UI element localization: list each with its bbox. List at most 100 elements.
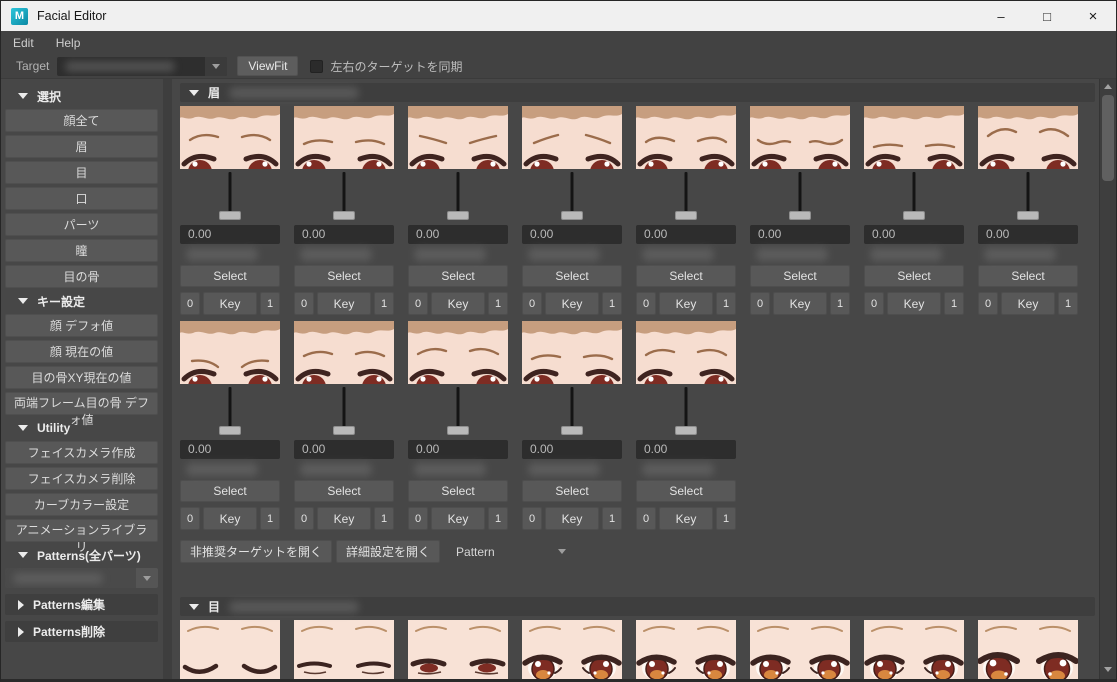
sidebar-button[interactable]: アニメーションライブラリ [5,519,158,542]
key-min-button[interactable]: 0 [522,292,542,315]
key-max-button[interactable]: 1 [1058,292,1078,315]
target-combobox[interactable] [57,57,227,76]
key-button[interactable]: Key [659,507,713,530]
target-slider[interactable] [636,386,736,438]
target-slider[interactable] [408,171,508,223]
target-combobox-arrow[interactable] [205,57,227,76]
slider-handle[interactable] [1017,211,1039,220]
target-slider[interactable] [522,171,622,223]
sidebar-section-header[interactable]: Patterns削除 [5,621,158,642]
value-input[interactable]: 0.00 [408,225,508,244]
key-max-button[interactable]: 1 [602,292,622,315]
slider-handle[interactable] [675,211,697,220]
sidebar-section-header[interactable]: 選択 [5,87,158,105]
sidebar-button[interactable]: 顔 現在の値 [5,340,158,363]
value-input[interactable]: 0.00 [408,440,508,459]
key-button[interactable]: Key [659,292,713,315]
key-button[interactable]: Key [545,292,599,315]
select-button[interactable]: Select [750,265,850,287]
key-max-button[interactable]: 1 [716,507,736,530]
key-button[interactable]: Key [545,507,599,530]
scrollbar-thumb[interactable] [1102,95,1114,181]
select-button[interactable]: Select [636,265,736,287]
vertical-scrollbar[interactable] [1099,79,1116,679]
sidebar-section-header[interactable]: Patterns編集 [5,594,158,615]
sync-targets-checkbox[interactable] [310,60,323,73]
section-header-eye[interactable]: 目 [180,597,1095,616]
target-slider[interactable] [522,386,622,438]
key-button[interactable]: Key [887,292,941,315]
select-button[interactable]: Select [408,265,508,287]
slider-handle[interactable] [219,426,241,435]
sidebar-button[interactable]: フェイスカメラ作成 [5,441,158,464]
slider-handle[interactable] [333,211,355,220]
target-slider[interactable] [294,386,394,438]
target-slider[interactable] [294,171,394,223]
key-max-button[interactable]: 1 [374,292,394,315]
face-thumbnail[interactable] [522,620,622,679]
face-thumbnail[interactable] [294,106,394,169]
slider-handle[interactable] [561,426,583,435]
face-thumbnail[interactable] [180,106,280,169]
value-input[interactable]: 0.00 [636,440,736,459]
scroll-down-button[interactable] [1100,663,1116,676]
target-slider[interactable] [864,171,964,223]
face-thumbnail[interactable] [522,321,622,384]
key-min-button[interactable]: 0 [180,507,200,530]
sidebar-button[interactable]: 目の骨XY現在の値 [5,366,158,389]
open-detail-settings-button[interactable]: 詳細設定を開く [336,540,440,563]
target-slider[interactable] [750,171,850,223]
sidebar-button[interactable]: 眉 [5,135,158,158]
value-input[interactable]: 0.00 [522,225,622,244]
select-button[interactable]: Select [864,265,964,287]
value-input[interactable]: 0.00 [294,225,394,244]
open-deprecated-targets-button[interactable]: 非推奨ターゲットを開く [180,540,332,563]
slider-handle[interactable] [333,426,355,435]
face-thumbnail[interactable] [408,106,508,169]
key-min-button[interactable]: 0 [408,292,428,315]
key-button[interactable]: Key [203,507,257,530]
face-thumbnail[interactable] [180,620,280,679]
key-max-button[interactable]: 1 [374,507,394,530]
face-thumbnail[interactable] [294,321,394,384]
key-min-button[interactable]: 0 [636,292,656,315]
sidebar-button[interactable]: 顔全て [5,109,158,132]
face-thumbnail[interactable] [180,321,280,384]
value-input[interactable]: 0.00 [864,225,964,244]
target-slider[interactable] [408,386,508,438]
target-slider[interactable] [978,171,1078,223]
sidebar-button[interactable]: フェイスカメラ削除 [5,467,158,490]
sidebar-button[interactable]: カーブカラー設定 [5,493,158,516]
face-thumbnail[interactable] [636,106,736,169]
select-button[interactable]: Select [522,265,622,287]
face-thumbnail[interactable] [750,620,850,679]
viewfit-button[interactable]: ViewFit [237,56,298,76]
face-thumbnail[interactable] [978,106,1078,169]
slider-handle[interactable] [789,211,811,220]
target-slider[interactable] [636,171,736,223]
sidebar-button[interactable]: パーツ [5,213,158,236]
close-button[interactable]: × [1070,1,1116,31]
face-thumbnail[interactable] [408,321,508,384]
key-button[interactable]: Key [317,507,371,530]
value-input[interactable]: 0.00 [180,440,280,459]
sidebar-section-header[interactable]: Patterns(全パーツ) [5,546,158,564]
key-min-button[interactable]: 0 [864,292,884,315]
slider-handle[interactable] [447,211,469,220]
value-input[interactable]: 0.00 [522,440,622,459]
key-min-button[interactable]: 0 [408,507,428,530]
maximize-button[interactable]: □ [1024,1,1070,31]
select-button[interactable]: Select [180,265,280,287]
sidebar-button[interactable]: 顔 デフォ値 [5,314,158,337]
scroll-up-button[interactable] [1100,80,1116,93]
key-min-button[interactable]: 0 [294,292,314,315]
value-input[interactable]: 0.00 [978,225,1078,244]
face-thumbnail[interactable] [636,321,736,384]
face-thumbnail[interactable] [636,620,736,679]
select-button[interactable]: Select [294,265,394,287]
key-button[interactable]: Key [1001,292,1055,315]
key-max-button[interactable]: 1 [830,292,850,315]
menu-edit[interactable]: Edit [13,36,34,50]
select-button[interactable]: Select [636,480,736,502]
key-min-button[interactable]: 0 [180,292,200,315]
